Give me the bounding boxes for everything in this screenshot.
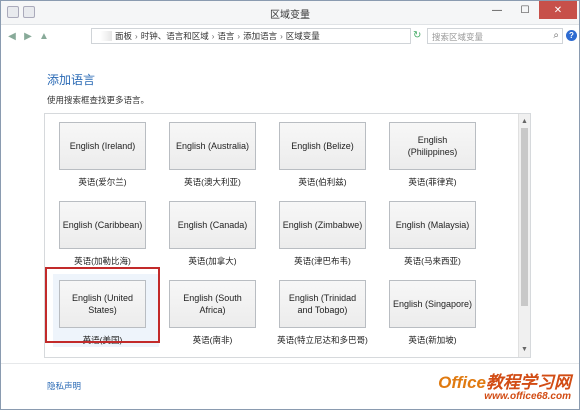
chevron-right-icon: › [280, 31, 283, 41]
search-placeholder: 搜索区域变量 [432, 32, 484, 42]
language-item[interactable]: English (South Africa) 英语(南非) [163, 280, 267, 357]
language-caption: 英语(菲律宾) [408, 177, 457, 187]
breadcrumb-lead [100, 31, 112, 41]
chevron-right-icon: › [211, 31, 215, 41]
footer: 隐私声明 Office教程学习网 www.office68.com [1, 363, 579, 409]
language-tile[interactable]: English (Belize) [279, 122, 366, 170]
title-bar: 区域变量 — ☐ ✕ [1, 1, 579, 25]
chevron-right-icon: › [237, 31, 241, 41]
watermark-cn: 教程学习网 [486, 373, 571, 392]
language-item[interactable]: English (Ireland) 英语(爱尔兰) [53, 122, 157, 201]
forward-arrow-icon[interactable]: ▶ [21, 29, 35, 43]
back-arrow-icon[interactable]: ◀ [5, 29, 19, 43]
scroll-down-icon[interactable]: ▼ [519, 344, 530, 355]
breadcrumb-item[interactable]: 语言 [217, 30, 234, 42]
maximize-button[interactable]: ☐ [511, 1, 539, 19]
watermark-logo: Office教程学习网 www.office68.com [438, 368, 571, 402]
language-item[interactable]: English (Australia) 英语(澳大利亚) [163, 122, 267, 201]
language-tile[interactable]: English (Zimbabwe) [279, 201, 366, 249]
scroll-up-icon[interactable]: ▲ [519, 116, 530, 127]
language-tile[interactable]: English (South Africa) [169, 280, 256, 328]
language-caption: 英语(马来西亚) [404, 256, 461, 266]
language-item[interactable]: English (Malaysia) 英语(马来西亚) [383, 201, 487, 280]
window: 区域变量 — ☐ ✕ ◀ ▶ ▲ 面板 › 时钟、语言和区域 › 语言 › 添加… [0, 0, 580, 410]
language-caption: 英语(加勒比海) [74, 256, 131, 266]
up-arrow-icon[interactable]: ▲ [37, 29, 51, 43]
close-button[interactable]: ✕ [539, 1, 577, 19]
language-caption: 英语(新加坡) [408, 335, 457, 345]
chevron-right-icon: › [135, 31, 138, 41]
language-tile[interactable]: English (Malaysia) [389, 201, 476, 249]
language-item[interactable]: English (Trinidad and Tobago) 英语(特立尼达和多巴… [273, 280, 377, 357]
language-item[interactable]: English (Singapore) 英语(新加坡) [383, 280, 487, 357]
language-item[interactable]: English (Belize) 英语(伯利兹) [273, 122, 377, 201]
language-caption: 英语(澳大利亚) [184, 177, 241, 187]
scroll-thumb[interactable] [521, 128, 528, 306]
language-caption: 英语(伯利兹) [298, 177, 347, 187]
breadcrumb-item[interactable]: 区域变量 [286, 30, 320, 42]
minimize-button[interactable]: — [483, 1, 511, 19]
breadcrumb-item[interactable]: 时钟、语言和区域 [141, 30, 209, 42]
page-subtitle: 使用搜索框查找更多语言。 [47, 95, 150, 105]
language-tile[interactable]: English (Canada) [169, 201, 256, 249]
language-tile[interactable]: English (Australia) [169, 122, 256, 170]
language-item[interactable]: English (Canada) 英语(加拿大) [163, 201, 267, 280]
address-bar: ◀ ▶ ▲ 面板 › 时钟、语言和区域 › 语言 › 添加语言 › 区域变量 ↻… [1, 25, 579, 47]
language-tile[interactable]: English (Singapore) [389, 280, 476, 328]
language-caption: 英语(南非) [192, 335, 233, 345]
watermark-brand: Office [438, 373, 486, 392]
search-input[interactable]: 搜索区域变量 ⌕ [427, 28, 563, 44]
language-item[interactable]: English (Zimbabwe) 英语(津巴布韦) [273, 201, 377, 280]
selected-item-outline [45, 267, 160, 343]
language-caption: 英语(加拿大) [188, 256, 237, 266]
page-title: 添加语言 [47, 73, 96, 87]
breadcrumb-item[interactable]: 面板 [115, 30, 132, 42]
search-icon[interactable]: ⌕ [553, 30, 559, 41]
language-tile[interactable]: English (Caribbean) [59, 201, 146, 249]
privacy-link[interactable]: 隐私声明 [47, 380, 81, 392]
language-tile[interactable]: English (Ireland) [59, 122, 146, 170]
language-caption: 英语(爱尔兰) [78, 177, 127, 187]
watermark-title: Office教程学习网 [438, 368, 571, 393]
language-item[interactable]: English (Philippines) 英语(菲律宾) [383, 122, 487, 201]
breadcrumb-item[interactable]: 添加语言 [243, 30, 277, 42]
vertical-scrollbar[interactable]: ▲ ▼ [518, 114, 530, 357]
language-caption: 英语(特立尼达和多巴哥) [277, 335, 368, 345]
window-controls: — ☐ ✕ [483, 1, 577, 19]
refresh-icon[interactable]: ↻ [413, 30, 425, 42]
language-caption: 英语(津巴布韦) [294, 256, 351, 266]
language-tile[interactable]: English (Trinidad and Tobago) [279, 280, 366, 328]
language-tile[interactable]: English (Philippines) [389, 122, 476, 170]
breadcrumb[interactable]: 面板 › 时钟、语言和区域 › 语言 › 添加语言 › 区域变量 [91, 28, 411, 44]
help-icon[interactable]: ? [566, 30, 577, 41]
